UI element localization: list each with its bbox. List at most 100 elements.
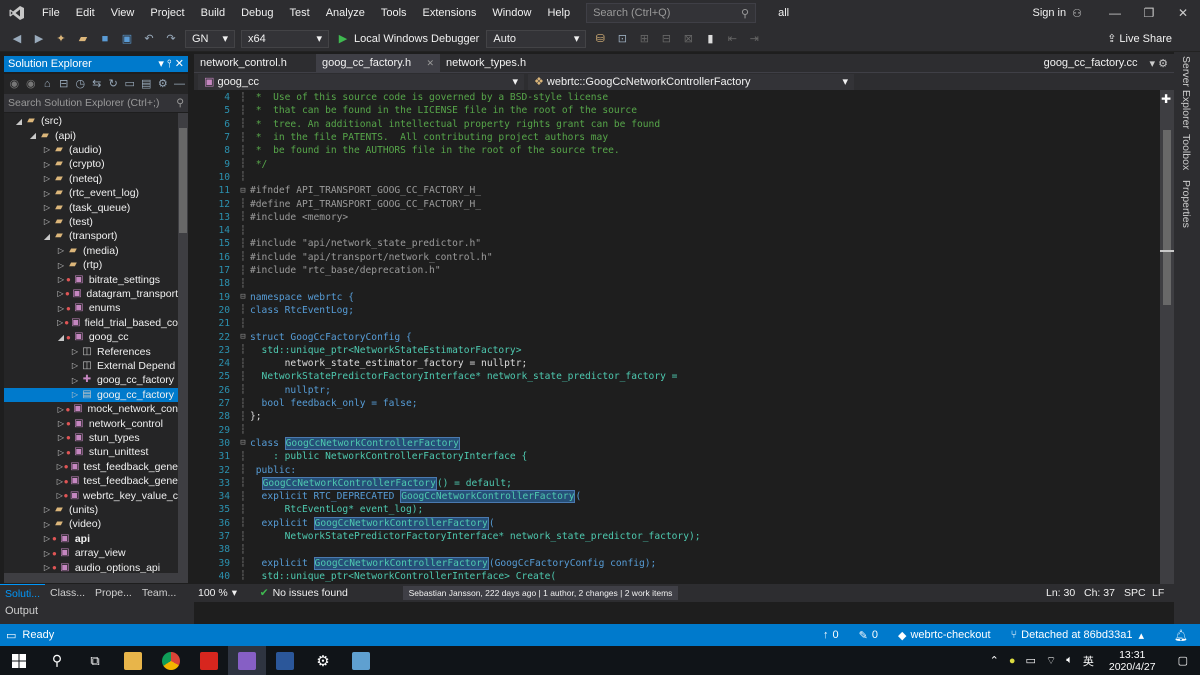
tree-item[interactable]: ▷ ◫ External Depend xyxy=(4,359,178,373)
file-explorer-icon[interactable] xyxy=(114,646,152,675)
collapsed-icon[interactable]: ▷ xyxy=(70,361,80,370)
explorer-tab[interactable]: Team... xyxy=(137,584,181,602)
tree-item[interactable]: ◢ ▰ (api) xyxy=(4,128,178,142)
branch-menu-icon[interactable]: ▴ xyxy=(1139,629,1145,642)
code-line[interactable]: 37 ┆ NetworkStatePredictorFactoryInterfac… xyxy=(194,530,1160,543)
tree-item[interactable]: ▷ ▰ (neteq) xyxy=(4,172,178,186)
tree-item[interactable]: ▷ ● ▣ enums xyxy=(4,301,178,315)
tree-item[interactable]: ▷ ▰ (test) xyxy=(4,215,178,229)
code-line[interactable]: 40 ┆ std::unique_ptr<NetworkControllerInt… xyxy=(194,570,1160,583)
outline-margin[interactable]: ┆ xyxy=(236,425,250,435)
sync-icon[interactable]: ⇆ xyxy=(92,76,103,92)
platform-dropdown[interactable]: x64 ▾ xyxy=(241,29,329,48)
outline-margin[interactable]: ┆ xyxy=(236,252,250,262)
taskbar-search-icon[interactable]: ⚲ xyxy=(38,646,76,675)
tree-item[interactable]: ▷ ▰ (task_queue) xyxy=(4,200,178,214)
find-in-files-icon[interactable]: ⛁ xyxy=(592,31,608,47)
outline-margin[interactable]: ┆ xyxy=(236,305,250,315)
solution-explorer-search-input[interactable]: Search Solution Explorer (Ctrl+;) ⚲ xyxy=(4,94,188,112)
code-line[interactable]: 22 ⊟ struct GoogCcFactoryConfig { xyxy=(194,330,1160,343)
code-line[interactable]: 6 ┆ * tree. An additional intellectual pr… xyxy=(194,118,1160,131)
code-line[interactable]: 17 ┆ #include "rtc_base/deprecation.h" xyxy=(194,264,1160,277)
tree-item[interactable]: ▷ ✚ goog_cc_factory xyxy=(4,373,178,387)
open-folder-icon[interactable]: ▰ xyxy=(75,31,91,47)
tree-item[interactable]: ▷ ● ▣ audio_options_api xyxy=(4,560,178,573)
code-line[interactable]: 20 ┆ class RtcEventLog; xyxy=(194,304,1160,317)
outline-margin[interactable]: ┆ xyxy=(236,532,250,542)
outline-margin[interactable]: ⊟ xyxy=(236,438,250,448)
outline-margin[interactable]: ┆ xyxy=(236,452,250,462)
outline-margin[interactable]: ┆ xyxy=(236,199,250,209)
collapsed-icon[interactable]: ▷ xyxy=(56,433,66,442)
back-icon[interactable]: ◀ xyxy=(9,31,25,47)
pin-icon[interactable]: ⫯ xyxy=(167,58,172,70)
preview-tab[interactable]: goog_cc_factory.cc xyxy=(1038,54,1144,72)
document-tab[interactable]: network_types.h xyxy=(440,54,550,72)
code-line[interactable]: 34 ┆ explicit RTC_DEPRECATED GoogCcNetwor… xyxy=(194,490,1160,504)
repo-icon[interactable]: ◆ xyxy=(898,629,906,642)
show-all-files-icon[interactable]: ▤ xyxy=(141,76,152,92)
line-ending[interactable]: LF xyxy=(1152,587,1174,599)
tree-item[interactable]: ▷ ● ▣ api xyxy=(4,532,178,546)
tree-item[interactable]: ▷ ▰ (units) xyxy=(4,503,178,517)
menu-extensions[interactable]: Extensions xyxy=(415,0,485,26)
menu-build[interactable]: Build xyxy=(193,0,233,26)
bookmark-prev-icon[interactable]: ⇤ xyxy=(724,31,740,47)
history-icon[interactable]: ◷ xyxy=(75,76,86,92)
outline-margin[interactable]: ┆ xyxy=(236,478,250,488)
redo-icon[interactable]: ↷ xyxy=(163,31,179,47)
notifications-icon[interactable]: 🔔︎ xyxy=(1174,629,1188,642)
collapsed-icon[interactable]: ▷ xyxy=(70,347,80,356)
word-icon[interactable] xyxy=(266,646,304,675)
save-all-icon[interactable]: ▣ xyxy=(119,31,135,47)
code-line[interactable]: 21 ┆ xyxy=(194,317,1160,330)
changes-count[interactable]: 0 xyxy=(872,629,878,641)
tree-item[interactable]: ▷ ▰ (video) xyxy=(4,517,178,531)
code-line[interactable]: 12 ┆ #define API_TRANSPORT_GOOG_CC_FACTORY… xyxy=(194,197,1160,210)
code-line[interactable]: 11 ⊟ #ifndef API_TRANSPORT_GOOG_CC_FACTORY… xyxy=(194,184,1160,197)
code-line[interactable]: 30 ⊟ class GoogCcNetworkControllerFactory xyxy=(194,436,1160,450)
save-icon[interactable]: ■ xyxy=(97,31,113,47)
code-line[interactable]: 24 ┆ network_state_estimator_factory = nu… xyxy=(194,357,1160,370)
explorer-tab[interactable]: Prope... xyxy=(90,584,137,602)
code-line[interactable]: 26 ┆ nullptr; xyxy=(194,384,1160,397)
se-back-icon[interactable]: ◉ xyxy=(9,76,20,92)
scope-dropdown[interactable]: ❖ webrtc::GoogCcNetworkControllerFactory… xyxy=(528,73,854,90)
user-icon[interactable]: ⚇ xyxy=(1072,7,1082,20)
home-icon[interactable]: ⌂ xyxy=(42,76,53,92)
outline-margin[interactable]: ┆ xyxy=(236,518,250,528)
tree-item[interactable]: ▷ ▰ (media) xyxy=(4,244,178,258)
code-line[interactable]: 7 ┆ * in the file PATENTS. All contributi… xyxy=(194,131,1160,144)
chevron-down-icon[interactable]: ▾ xyxy=(232,587,260,599)
expanded-icon[interactable]: ◢ xyxy=(42,232,52,241)
code-line[interactable]: 18 ┆ xyxy=(194,277,1160,290)
menu-tools[interactable]: Tools xyxy=(373,0,415,26)
action-center-icon[interactable]: ▢ xyxy=(1178,654,1188,667)
document-tab[interactable]: network_control.h xyxy=(194,54,316,72)
network-icon[interactable]: ⌔ xyxy=(1046,654,1056,668)
sign-in-link[interactable]: Sign in xyxy=(1032,7,1066,19)
visual-studio-icon[interactable] xyxy=(228,646,266,675)
outline-margin[interactable]: ┆ xyxy=(236,279,250,289)
outline-margin[interactable]: ┆ xyxy=(236,385,250,395)
outline-margin[interactable]: ┆ xyxy=(236,399,250,409)
code-line[interactable]: 33 ┆ GoogCcNetworkControllerFactory() = d… xyxy=(194,476,1160,490)
collapsed-icon[interactable]: ▷ xyxy=(42,563,52,572)
menu-view[interactable]: View xyxy=(103,0,143,26)
expanded-icon[interactable]: ◢ xyxy=(14,117,24,126)
codelens-blame[interactable]: Sebastian Jansson, 222 days ago | 1 auth… xyxy=(402,586,679,600)
tree-item[interactable]: ▷ ● ▣ mock_network_con xyxy=(4,402,178,416)
outline-margin[interactable]: ┆ xyxy=(236,119,250,129)
code-line[interactable]: 4 ┆ * Use of this source code is governed… xyxy=(194,91,1160,104)
tree-item[interactable]: ▷ ▰ (crypto) xyxy=(4,157,178,171)
code-line[interactable]: 19 ⊟ namespace webrtc { xyxy=(194,291,1160,304)
outline-margin[interactable]: ┆ xyxy=(236,226,250,236)
debugger-button[interactable]: Local Windows Debugger xyxy=(354,33,479,45)
bookmark-icon[interactable]: ▮ xyxy=(702,31,718,47)
collapsed-icon[interactable]: ▷ xyxy=(42,203,52,212)
tree-item[interactable]: ◢ ▰ (src) xyxy=(4,114,178,128)
collapse-all-icon[interactable]: ▭ xyxy=(125,76,136,92)
pin-tab-icon[interactable]: ✕ xyxy=(426,54,434,72)
collapsed-icon[interactable]: ▷ xyxy=(56,318,64,327)
collapsed-icon[interactable]: ▷ xyxy=(56,304,66,313)
